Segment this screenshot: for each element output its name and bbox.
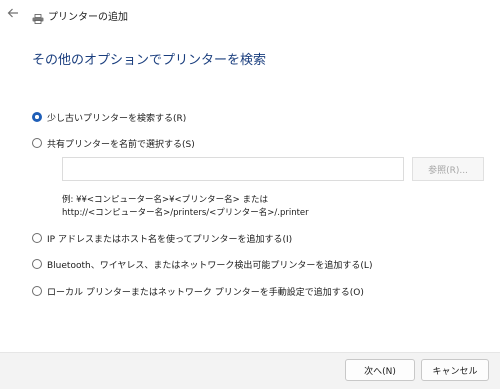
- printer-icon: [32, 9, 44, 24]
- radio-icon[interactable]: [32, 259, 42, 269]
- option-label: Bluetooth、ワイヤレス、またはネットワーク検出可能プリンターを追加する(…: [47, 260, 373, 271]
- example-line-1: 例: ¥¥<コンピューター名>¥<プリンター名> または: [62, 195, 268, 205]
- option-label: 少し古いプリンターを検索する(R): [47, 113, 187, 124]
- option-label: ローカル プリンターまたはネットワーク プリンターを手動設定で追加する(O): [47, 287, 364, 298]
- radio-icon[interactable]: [32, 286, 42, 296]
- browse-button[interactable]: 参照(R)...: [412, 157, 484, 181]
- option-ip-address[interactable]: IP アドレスまたはホスト名を使ってプリンターを追加する(I): [32, 231, 292, 245]
- cancel-button[interactable]: キャンセル: [421, 359, 489, 381]
- title-bar: プリンターの追加: [0, 0, 500, 30]
- page-heading: その他のオプションでプリンターを検索: [32, 53, 267, 68]
- option-shared-printer-by-name[interactable]: 共有プリンターを名前で選択する(S): [32, 136, 195, 150]
- next-button[interactable]: 次へ(N): [345, 359, 415, 381]
- arrow-left-icon[interactable]: [6, 6, 20, 20]
- example-text: 例: ¥¥<コンピューター名>¥<プリンター名> または http://<コンピ…: [62, 194, 309, 220]
- shared-printer-name-input[interactable]: [62, 157, 404, 181]
- option-bluetooth-wireless[interactable]: Bluetooth、ワイヤレス、またはネットワーク検出可能プリンターを追加する(…: [32, 257, 372, 271]
- option-label: IP アドレスまたはホスト名を使ってプリンターを追加する(I): [47, 234, 293, 245]
- example-line-2: http://<コンピューター名>/printers/<プリンター名>/.pri…: [62, 208, 309, 218]
- option-label: 共有プリンターを名前で選択する(S): [47, 139, 195, 150]
- radio-icon[interactable]: [32, 138, 42, 148]
- option-find-older-printer[interactable]: 少し古いプリンターを検索する(R): [32, 110, 186, 124]
- window-title: プリンターの追加: [48, 12, 128, 23]
- radio-selected-icon[interactable]: [32, 112, 42, 122]
- option-local-manual[interactable]: ローカル プリンターまたはネットワーク プリンターを手動設定で追加する(O): [32, 284, 364, 298]
- radio-icon[interactable]: [32, 233, 42, 243]
